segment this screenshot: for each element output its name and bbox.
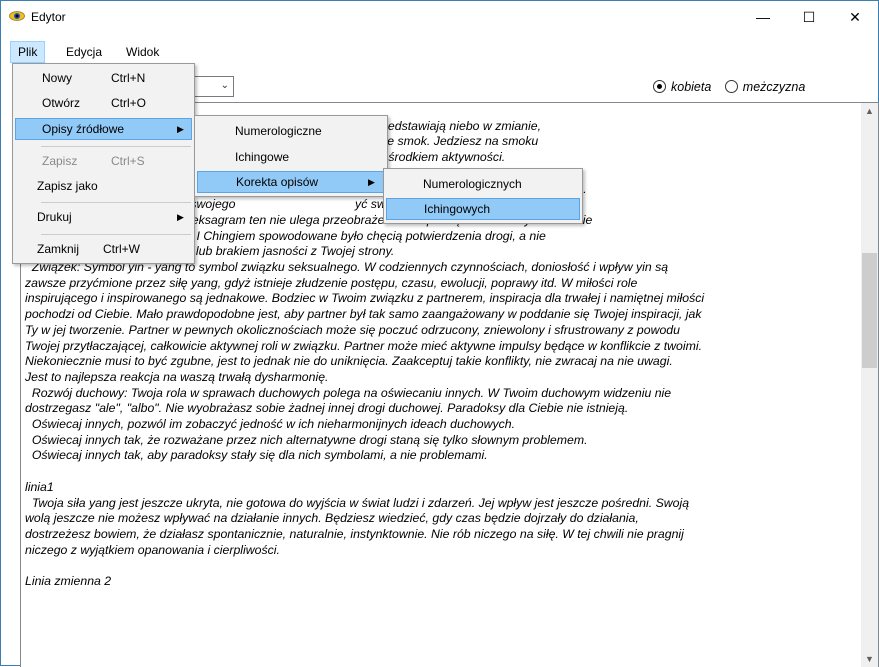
menu-item-label: Numerologiczne: [235, 124, 322, 138]
menu-view[interactable]: Widok: [119, 41, 166, 63]
text-line: inspirującego i inspirowanego są jednako…: [25, 291, 705, 306]
text-line: Twoja siła yang jest jeszcze ukryta, nie…: [25, 495, 690, 510]
eye-icon: [9, 11, 25, 21]
menu-separator: [41, 202, 191, 203]
text-line: Twojej przytłaczającej, całkowicie aktyw…: [25, 338, 703, 353]
menu-item-label: Otwórz: [42, 96, 81, 110]
radio-female[interactable]: [653, 80, 666, 93]
scroll-thumb[interactable]: [862, 253, 877, 368]
menu-item-label: Zapisz jako: [37, 179, 98, 193]
chevron-right-icon: ▶: [177, 212, 184, 222]
menu-item-label: Ichingowe: [235, 150, 290, 164]
vertical-scrollbar[interactable]: ▲ ▼: [861, 103, 878, 667]
chevron-down-icon: ⌄: [220, 80, 229, 91]
text-line: pochodzi od Ciebie. Mało prawdopodobne j…: [25, 307, 702, 322]
menu-item-correct-iching[interactable]: Ichingowych: [386, 198, 580, 220]
menu-item-numerological[interactable]: Numerologiczne: [197, 120, 385, 142]
menu-item-label: Nowy: [42, 71, 73, 85]
mode-dropdown[interactable]: ⌄: [189, 76, 234, 97]
text-line: Rozwój duchowy: Twoja rola w sprawach du…: [25, 385, 672, 400]
menu-item-save-as[interactable]: Zapisz jako: [15, 175, 192, 197]
menu-item-label: Korekta opisów: [236, 175, 319, 189]
shortcut-label: Ctrl+W: [103, 242, 140, 256]
text-line: dostrzeżesz bowiem, że działasz spontani…: [25, 526, 684, 541]
menu-item-label: Opisy źródłowe: [42, 122, 125, 136]
text-line: zawsze przyćmione przez siłę yang, gdyż …: [25, 275, 638, 290]
menu-item-correct-numerological[interactable]: Numerologicznych: [386, 173, 580, 195]
shortcut-label: Ctrl+O: [111, 96, 147, 110]
menu-item-iching[interactable]: Ichingowe: [197, 146, 385, 168]
menu-item-correction[interactable]: Korekta opisów ▶: [197, 171, 385, 193]
menu-item-close[interactable]: Zamknij Ctrl+W: [15, 238, 192, 260]
menu-item-label: Zamknij: [37, 242, 80, 256]
editor-window: Edytor — ☐ ✕ Plik Edycja Widok ⌄ kobieta…: [0, 0, 879, 667]
menu-separator: [41, 146, 191, 147]
text-line: dostrzegasz "ale", "albo". Nie wyobrażas…: [25, 401, 629, 416]
menu-item-label: Numerologicznych: [423, 177, 522, 191]
text-line: linia1: [25, 479, 54, 494]
menu-item-open[interactable]: Otwórz Ctrl+O: [15, 92, 192, 114]
menu-file[interactable]: Plik: [10, 41, 46, 63]
text-line: Ty w jej tworzenie. Partner w pewnych ok…: [25, 322, 680, 337]
maximize-button[interactable]: ☐: [786, 1, 832, 33]
window-title: Edytor: [31, 10, 66, 24]
text-line: wolą jeszcze nie możesz wpływać na dział…: [25, 511, 639, 526]
text-line: Oświecaj innych tak, aby paradoksy stały…: [25, 448, 488, 463]
menu-item-new[interactable]: Nowy Ctrl+N: [15, 67, 192, 89]
correction-submenu: Numerologicznych Ichingowych: [383, 168, 583, 224]
menu-edit[interactable]: Edycja: [59, 41, 109, 63]
menu-bar: Plik Edycja Widok: [1, 41, 878, 63]
scroll-down-icon[interactable]: ▼: [861, 651, 878, 667]
menu-item-label: Ichingowych: [424, 202, 491, 216]
source-descriptions-submenu: Numerologiczne Ichingowe Korekta opisów …: [194, 115, 388, 197]
close-button[interactable]: ✕: [832, 1, 878, 33]
menu-item-save: Zapisz Ctrl+S: [15, 150, 192, 172]
text-line: Oświecaj innych tak, że rozważane przez …: [25, 432, 588, 447]
text-line: Linia zmienna 2: [25, 574, 112, 589]
text-line: Oświecaj innych, pozwól im zobaczyć jedn…: [25, 417, 516, 432]
file-menu: Nowy Ctrl+N Otwórz Ctrl+O Opisy źródłowe…: [12, 63, 195, 264]
text-line: Jest to najlepsza reakcja na waszą trwał…: [25, 369, 329, 384]
menu-item-label: Drukuj: [37, 210, 72, 224]
menu-item-print[interactable]: Drukuj ▶: [15, 206, 192, 228]
shortcut-label: Ctrl+N: [111, 71, 146, 85]
minimize-button[interactable]: —: [740, 1, 786, 33]
shortcut-label: Ctrl+S: [111, 154, 145, 168]
menu-item-source-descriptions[interactable]: Opisy źródłowe ▶: [15, 118, 192, 140]
radio-female-label: kobieta: [671, 80, 712, 94]
scroll-up-icon[interactable]: ▲: [861, 103, 878, 120]
text-line: niczego z wyjątkiem opanowania i cierpli…: [25, 542, 280, 557]
chevron-right-icon: ▶: [177, 124, 184, 134]
title-bar: Edytor — ☐ ✕: [1, 1, 878, 33]
text-line: [25, 464, 845, 480]
radio-male-label: meżczyzna: [742, 80, 806, 94]
text-line: Niekoniecznie musi to być zgubne, jest t…: [25, 354, 673, 369]
text-line: [25, 558, 845, 574]
chevron-right-icon: ▶: [368, 177, 375, 187]
radio-male[interactable]: [724, 80, 738, 93]
gender-selector: kobieta meżczyzna: [653, 80, 805, 94]
menu-separator: [41, 234, 191, 235]
menu-item-label: Zapisz: [42, 154, 78, 168]
